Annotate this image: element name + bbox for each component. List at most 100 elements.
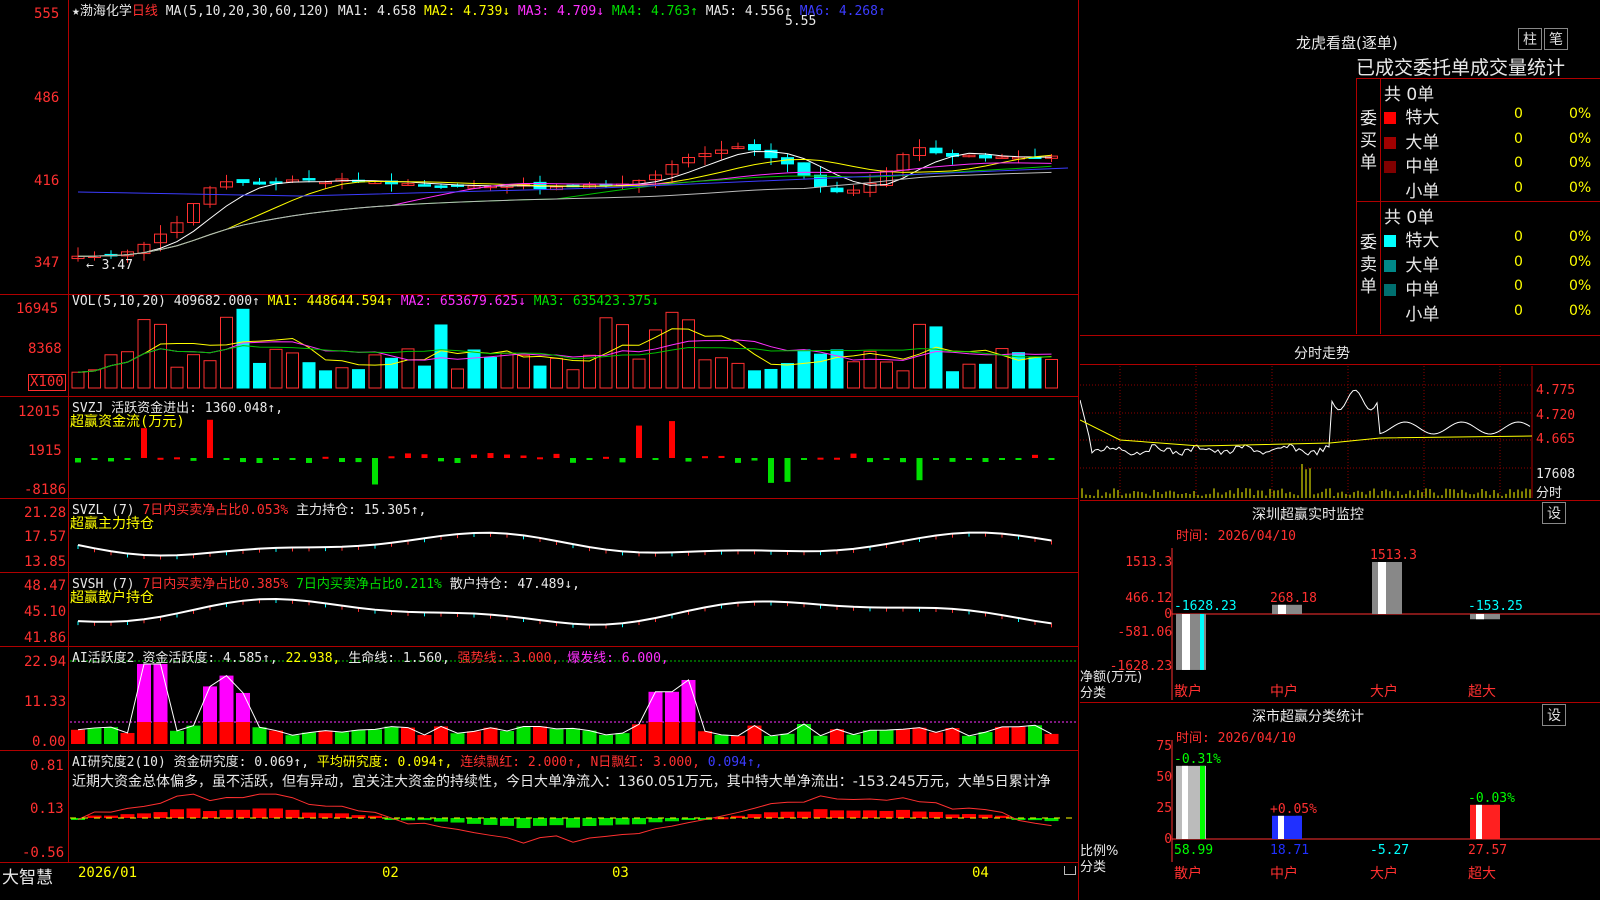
y-tick: 1915	[28, 443, 62, 459]
volume-bar	[71, 371, 85, 389]
x-tick: 2026/01	[78, 865, 138, 881]
flow-bar	[471, 454, 477, 458]
flow-bar	[289, 458, 296, 460]
ma5-value: MA5: 4.556↑	[705, 4, 792, 19]
flow-bar	[454, 458, 461, 463]
ai-research-d: N日飘红: 3.000,	[590, 755, 700, 770]
flow-bar	[124, 458, 131, 460]
research-bar	[285, 809, 300, 818]
order-type: 小单	[1405, 181, 1440, 202]
order-pct: 0%	[1569, 106, 1592, 122]
activity-bar	[1044, 733, 1059, 744]
activity-bar-top	[153, 664, 168, 722]
activity-bar	[219, 722, 234, 744]
category-label: 散户	[1174, 865, 1202, 882]
star-icon[interactable]: ★	[72, 4, 80, 19]
svzl-title: 超赢主力持仓	[70, 516, 154, 532]
flow-bar	[157, 457, 164, 460]
ai-research-e: 0.094↑,	[707, 755, 763, 770]
y-tick: 12015	[18, 404, 61, 420]
volume-bar	[121, 351, 134, 389]
sz-monitor-settings-button[interactable]: 设	[1542, 502, 1566, 524]
ma-params: MA(5,10,20,30,60,120)	[165, 4, 331, 19]
volume-bar	[418, 365, 431, 389]
activity-bar	[648, 722, 663, 744]
class-bar	[1470, 804, 1500, 839]
order-count: 0	[1514, 179, 1523, 196]
candle-body	[418, 184, 431, 187]
class-bar-edge	[1494, 804, 1499, 839]
category-label: 中户	[1270, 865, 1298, 882]
research-bar	[962, 814, 976, 818]
y-tick: 0.13	[30, 801, 64, 817]
monitor-bar-rect	[1272, 604, 1302, 614]
candle-body	[748, 144, 761, 151]
class-bar-top-label: -0.31%	[1174, 752, 1221, 767]
flow-bar	[108, 458, 114, 462]
volume-bar	[88, 369, 101, 389]
divider	[1080, 364, 1600, 365]
flow-bar	[1015, 458, 1022, 460]
category-label: 超大	[1468, 684, 1496, 700]
intraday-vol-label: 17608	[1536, 467, 1576, 482]
period-label[interactable]: 日线	[132, 4, 158, 19]
volume-bar	[104, 354, 118, 389]
flow-bar	[883, 458, 890, 460]
research-bar	[236, 809, 250, 818]
y-tick: 50	[1156, 770, 1172, 785]
research-bar	[483, 818, 498, 825]
lock-icon[interactable]	[1064, 866, 1076, 875]
monitor-bar-rect	[1470, 614, 1500, 620]
research-bar	[764, 812, 778, 818]
y-tick: 0	[1164, 607, 1172, 622]
order-count: 0	[1514, 253, 1523, 270]
y-tick: 25	[1156, 801, 1172, 816]
flow-bar	[933, 458, 939, 460]
volume-bar	[500, 352, 514, 389]
ma-line	[77, 171, 1052, 257]
svzl-hold: 主力持仓: 15.305↑,	[296, 503, 427, 518]
intraday-price-line	[1080, 389, 1531, 456]
research-bar	[269, 808, 283, 818]
x-tick: 03	[612, 865, 629, 881]
class-bar-edge	[1200, 765, 1205, 839]
monitor-bar-highlight	[1476, 614, 1484, 620]
monitor-bar	[1372, 562, 1402, 614]
ai-research-a: 资金研究度: 0.069↑,	[173, 755, 310, 770]
flow-bar	[916, 458, 923, 481]
research-bar	[846, 810, 861, 818]
activity-bar	[681, 722, 696, 744]
research-bar	[978, 814, 993, 818]
ai-research-label: AI研究度2(10)	[72, 755, 166, 770]
flow-bar	[322, 456, 329, 459]
activity-bar	[318, 730, 333, 744]
research-bar	[879, 810, 894, 818]
y-tick: 1513.3	[1125, 555, 1172, 570]
flow-bar	[240, 458, 246, 463]
research-bar	[863, 810, 877, 818]
order-type: 大单	[1405, 255, 1440, 276]
vol-header: VOL(5,10,20) 409682.000↑ MA1: 448644.594…	[72, 294, 659, 309]
class-bar-top-label: +0.05%	[1270, 802, 1317, 817]
flow-bar	[768, 458, 774, 483]
candle-body	[302, 178, 316, 181]
class-bar-bottom-label: 18.71	[1270, 843, 1309, 858]
y-tick: 416	[34, 173, 60, 189]
y-tick: 75	[1156, 739, 1172, 754]
activity-bar	[120, 732, 135, 744]
activity-bar	[549, 728, 564, 744]
vol-unit-button[interactable]: X100	[28, 374, 66, 391]
flow-bar	[735, 458, 741, 463]
volume-bar	[781, 363, 794, 389]
class-bar	[1272, 815, 1302, 839]
sz-class-settings-button[interactable]: 设	[1542, 704, 1566, 726]
flow-bar	[1032, 454, 1038, 458]
monitor-bar	[1272, 604, 1302, 614]
tick-mode-button[interactable]: 笔	[1544, 28, 1568, 50]
volume-bar	[946, 371, 959, 389]
monitor-bar-label: 1513.3	[1370, 548, 1417, 563]
bar-mode-button[interactable]: 柱	[1518, 28, 1542, 50]
order-row: 特大 0 0%	[1384, 103, 1600, 128]
volume-bar	[434, 324, 448, 389]
y-tick: 0.00	[32, 734, 66, 750]
